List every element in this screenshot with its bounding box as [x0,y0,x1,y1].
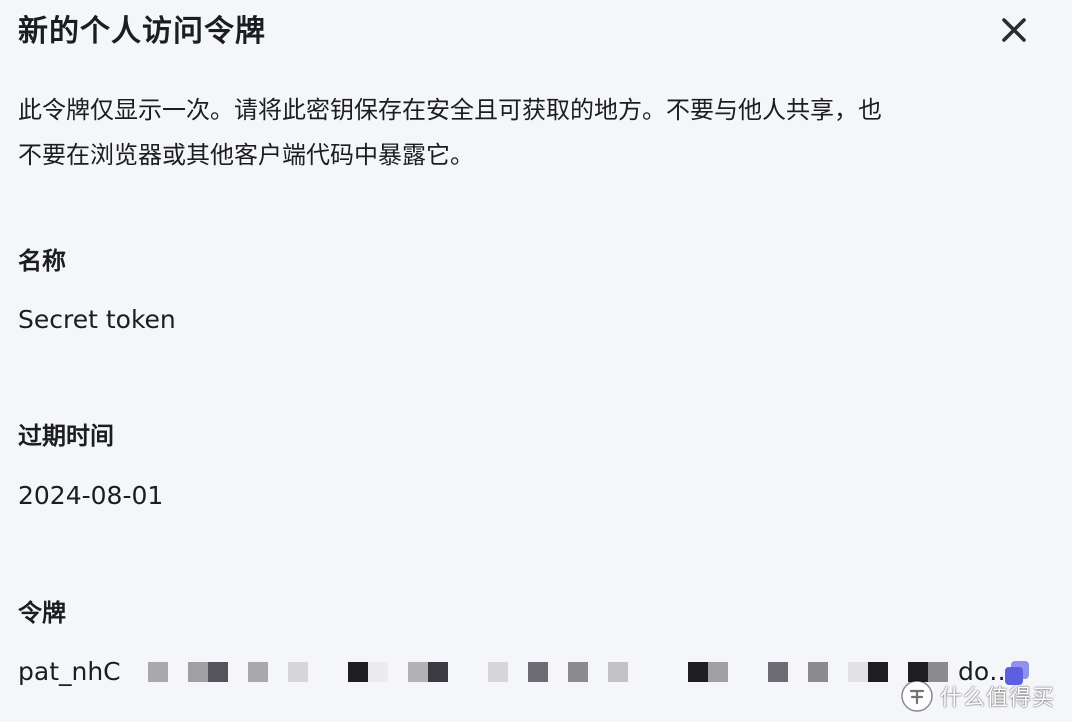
token-label: 令牌 [18,599,66,627]
close-button[interactable] [998,14,1030,46]
smzdm-logo-icon [901,680,933,712]
token-redaction-mosaic [148,662,948,682]
name-label: 名称 [18,247,66,275]
name-value: Secret token [18,305,176,334]
watermark-text: 什么值得买 [940,686,1056,711]
dialog-title: 新的个人访问令牌 [18,14,266,49]
dialog-description: 此令牌仅显示一次。请将此密钥保存在安全且可获取的地方。不要与他人共享，也 不要在… [18,88,1048,178]
site-watermark: 什么值得买 [900,676,1055,716]
description-line-1: 此令牌仅显示一次。请将此密钥保存在安全且可获取的地方。不要与他人共享，也 [18,96,882,124]
expiry-label: 过期时间 [18,422,114,450]
close-icon [1002,18,1026,42]
expiry-value: 2024-08-01 [18,481,164,510]
token-field[interactable]: pat_nhC do… [18,652,1048,692]
token-dialog: 新的个人访问令牌 此令牌仅显示一次。请将此密钥保存在安全且可获取的地方。不要与他… [0,0,1072,722]
description-line-2: 不要在浏览器或其他客户端代码中暴露它。 [18,141,474,169]
